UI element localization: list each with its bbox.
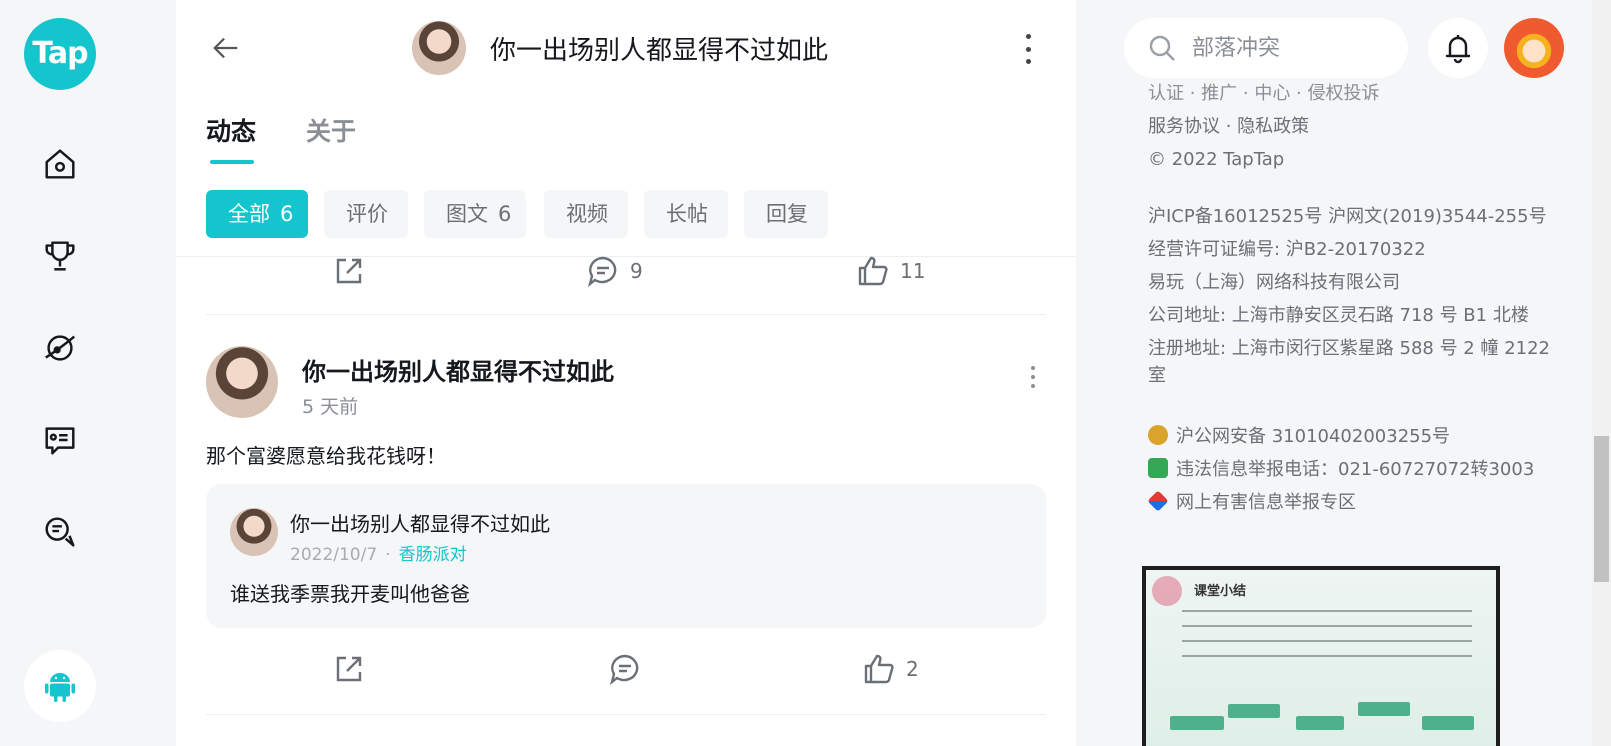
profile-name: 你一出场别人都显得不过如此 bbox=[490, 36, 829, 66]
arrow-left-icon bbox=[213, 37, 238, 59]
page-scrollbar[interactable] bbox=[1592, 0, 1611, 746]
notifications-button[interactable] bbox=[1428, 18, 1488, 78]
main-content: 你一出场别人都显得不过如此 动态 关于 全部 6 评价 图文 6 视频 长帖 回复 bbox=[176, 0, 1076, 746]
message-card-icon[interactable] bbox=[38, 418, 82, 462]
more-menu-button[interactable] bbox=[1020, 34, 1036, 64]
taptap-logo[interactable]: Tap bbox=[24, 18, 96, 90]
filter-long-post[interactable]: 长帖 bbox=[644, 190, 728, 238]
quoted-text: 谁送我季票我开麦叫他爸爸 bbox=[230, 582, 470, 606]
comment-icon bbox=[609, 654, 639, 686]
copyright: © 2022 TapTap bbox=[1148, 149, 1285, 170]
footer-terms-links[interactable]: 服务协议 · 隐私政策 bbox=[1148, 111, 1309, 143]
comment-icon bbox=[587, 256, 617, 288]
filter-reviews[interactable]: 评价 bbox=[324, 190, 408, 238]
post-divider bbox=[206, 714, 1046, 715]
post-timestamp: 5 天前 bbox=[302, 396, 359, 418]
report-zone[interactable]: 网上有害信息举报专区 bbox=[1147, 488, 1356, 514]
filter-image-text[interactable]: 图文 6 bbox=[424, 190, 526, 238]
right-sidebar: 认证 · 推广 · 中心 · 侵权投诉 服务协议 · 隐私政策 © 2022 T… bbox=[1076, 0, 1592, 746]
share-icon bbox=[336, 656, 362, 682]
comment-button[interactable] bbox=[608, 649, 652, 689]
registered-address-cont: 室 bbox=[1148, 365, 1166, 386]
search-input[interactable] bbox=[1190, 34, 1394, 62]
tab-about[interactable]: 关于 bbox=[306, 112, 356, 148]
company-name: 易玩（上海）网络科技有限公司 bbox=[1148, 272, 1400, 293]
thumbs-up-icon bbox=[864, 654, 894, 684]
share-icon bbox=[336, 258, 362, 284]
post-author-avatar[interactable] bbox=[206, 346, 278, 418]
promo-title: 课堂小结 bbox=[1194, 584, 1247, 599]
bell-icon bbox=[1445, 35, 1471, 64]
prev-post-actions: 9 11 bbox=[206, 251, 1046, 291]
post-divider bbox=[206, 314, 1046, 315]
trophy-icon[interactable] bbox=[38, 234, 82, 278]
profile-header: 你一出场别人都显得不过如此 bbox=[176, 0, 1076, 96]
like-button[interactable]: 11 bbox=[856, 251, 925, 291]
profile-avatar[interactable] bbox=[412, 21, 466, 75]
search-box[interactable] bbox=[1124, 18, 1408, 78]
user-avatar[interactable] bbox=[1504, 18, 1564, 78]
active-tab-indicator bbox=[210, 160, 254, 164]
post-author-name[interactable]: 你一出场别人都显得不过如此 bbox=[302, 352, 614, 387]
police-record[interactable]: 沪公网安备 31010402003255号 bbox=[1148, 422, 1450, 448]
post-body[interactable]: 那个富婆愿意给我花钱呀！ bbox=[206, 440, 446, 469]
scrollbar-thumb[interactable] bbox=[1594, 436, 1609, 582]
planet-icon[interactable] bbox=[38, 326, 82, 370]
post-actions: 2 bbox=[206, 649, 1046, 689]
filter-all[interactable]: 全部 6 bbox=[206, 190, 308, 238]
icp-info[interactable]: 沪ICP备16012525号 沪网文(2019)3544-255号 bbox=[1148, 201, 1547, 233]
license-info: 经营许可证编号: 沪B2-20170322 bbox=[1148, 239, 1426, 260]
quoted-author-avatar[interactable] bbox=[230, 508, 278, 556]
report-badge-icon bbox=[1148, 458, 1168, 478]
tab-activity[interactable]: 动态 bbox=[206, 112, 256, 148]
android-download-button[interactable] bbox=[24, 650, 96, 722]
filter-replies[interactable]: 回复 bbox=[744, 190, 828, 238]
quoted-meta: 2022/10/7 · 香肠派对 bbox=[290, 545, 467, 565]
registered-address: 注册地址: 上海市闵行区紫星路 588 号 2 幢 2122 bbox=[1148, 338, 1551, 359]
quoted-author-name[interactable]: 你一出场别人都显得不过如此 bbox=[290, 508, 550, 537]
chat-bubbles-icon[interactable] bbox=[38, 510, 82, 554]
like-count: 11 bbox=[900, 259, 926, 283]
comment-button[interactable]: 9 bbox=[586, 251, 643, 291]
police-badge-icon bbox=[1148, 425, 1168, 445]
android-icon bbox=[45, 673, 75, 702]
back-button[interactable] bbox=[206, 28, 246, 68]
share-button[interactable] bbox=[332, 251, 366, 291]
quoted-date: 2022/10/7 bbox=[290, 545, 378, 565]
quoted-post[interactable]: 你一出场别人都显得不过如此 2022/10/7 · 香肠派对 谁送我季票我开麦叫他爸… bbox=[206, 484, 1046, 628]
post-more-button[interactable] bbox=[1028, 366, 1038, 388]
comment-count: 9 bbox=[630, 259, 643, 283]
footer-links-cut[interactable]: 认证 · 推广 · 中心 · 侵权投诉 bbox=[1148, 78, 1380, 104]
home-icon[interactable] bbox=[38, 142, 82, 186]
search-icon bbox=[1149, 35, 1175, 61]
left-rail: Tap bbox=[0, 0, 120, 746]
report-zone-icon bbox=[1147, 490, 1169, 512]
promo-banner[interactable]: 课堂小结 bbox=[1142, 566, 1500, 746]
report-phone[interactable]: 违法信息举报电话：021-60727072转3003 bbox=[1148, 455, 1534, 481]
company-address: 公司地址: 上海市静安区灵石路 718 号 B1 北楼 bbox=[1148, 305, 1529, 326]
like-count: 2 bbox=[906, 657, 919, 681]
thumbs-up-icon bbox=[858, 256, 888, 286]
quoted-game-link[interactable]: 香肠派对 bbox=[399, 545, 467, 565]
filter-video[interactable]: 视频 bbox=[544, 190, 628, 238]
like-button[interactable]: 2 bbox=[862, 649, 919, 689]
share-button[interactable] bbox=[332, 649, 366, 689]
